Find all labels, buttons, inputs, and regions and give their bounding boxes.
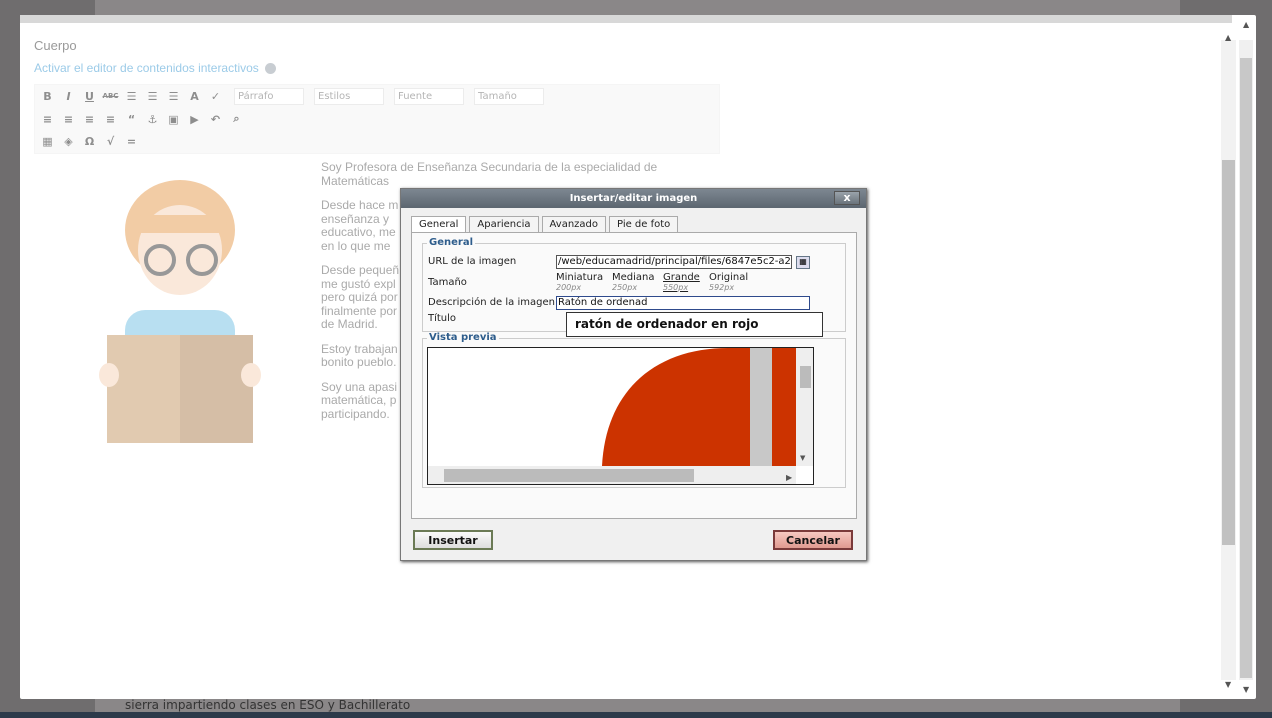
size-option-miniatura[interactable]: Miniatura 200px [556,272,603,292]
link-text[interactable]: Activar el editor de contenidos interact… [34,61,259,75]
editor-toolbar: B I U ABC ☰ ☰ ☰ A ✓ Párrafo Estilos Fuen… [34,84,720,154]
tab-general[interactable]: General [411,216,467,233]
editor-scrollbar-thumb[interactable] [1222,160,1235,545]
spellcheck-icon[interactable]: ✓ [207,88,224,105]
description-input[interactable]: Ratón de ordenad [556,296,810,310]
scroll-down-icon[interactable]: ▼ [1225,680,1231,689]
browse-icon[interactable]: ▦ [796,256,810,269]
url-label: URL de la imagen [428,256,517,267]
title-label: Título [428,313,457,324]
format-select[interactable]: Párrafo [234,87,304,105]
strikethrough-button[interactable]: ABC [102,88,119,105]
size-select[interactable]: Tamaño [474,87,544,105]
panel-header-bar [20,15,1232,23]
align-center-icon[interactable]: ≡ [60,111,77,128]
page-scroll-up-icon[interactable]: ▲ [1243,20,1249,29]
size-option-mediana[interactable]: Mediana 250px [612,272,655,292]
size-name: Grande [663,272,700,283]
paragraph: Estoy trabajan bonito pueblo. [321,341,398,369]
paragraph: Soy Profesora de Enseñanza Secundaria de… [321,160,658,188]
size-px: 200px [556,283,582,292]
size-option-grande[interactable]: Grande 550px [663,272,700,292]
find-icon[interactable]: ⌕ [228,111,245,128]
numbered-list-icon[interactable]: ☰ [144,88,161,105]
paragraph: Desde pequeñ me gustó expl pero quizá po… [321,263,400,331]
page-scrollbar-thumb[interactable] [1240,58,1252,678]
size-name: Miniatura [556,272,604,283]
underline-button[interactable]: U [81,88,98,105]
insert-image-dialog: Insertar/editar imagen x General Aparien… [400,188,867,561]
taskbar [0,712,1272,718]
source-icon[interactable]: ◈ [60,133,77,150]
italic-button[interactable]: I [60,88,77,105]
cancel-button[interactable]: Cancelar [773,530,853,550]
help-icon[interactable] [264,63,276,75]
paragraph: Soy una apasi matemática, p participando… [321,379,398,421]
tab-panel: General URL de la imagen /web/educamadri… [411,232,857,519]
styles-select[interactable]: Estilos [314,87,384,105]
bullet-list-icon[interactable]: ☰ [123,88,140,105]
image-preview[interactable]: ▶ ▼ [427,347,814,485]
size-px: 550px [663,283,689,292]
general-legend: General [427,237,475,248]
omega-icon[interactable]: Ω [81,133,98,150]
close-icon[interactable]: x [834,191,860,205]
table-icon[interactable]: ▦ [39,133,56,150]
image-icon[interactable]: ▣ [165,111,182,128]
autocomplete-suggestion[interactable]: ratón de ordenador en rojo [566,312,823,337]
dialog-tabs: General Apariencia Avanzado Pie de foto [411,216,679,233]
paragraph: Desde hace m enseñanza y educativo, me e… [321,198,399,253]
text-color-icon[interactable]: A [186,88,203,105]
tab-pie-de-foto[interactable]: Pie de foto [609,216,679,233]
equals-icon[interactable]: = [123,133,140,150]
url-input[interactable]: /web/educamadrid/principal/files/6847e5c… [556,255,792,269]
girl-reading-illustration [99,180,261,443]
blockquote-icon[interactable]: “ [123,111,140,128]
size-name: Mediana [612,272,655,283]
svg-text:▼: ▼ [800,454,806,462]
tab-avanzado[interactable]: Avanzado [541,216,607,233]
size-option-original[interactable]: Original 592px [709,272,748,292]
description-label: Descripción de la imagen [428,297,555,308]
body-label: Cuerpo [34,38,77,53]
tab-apariencia[interactable]: Apariencia [469,216,539,233]
svg-text:▶: ▶ [786,473,793,482]
undo-icon[interactable]: ↶ [207,111,224,128]
indent-icon[interactable]: ☰ [165,88,182,105]
page-scroll-down-icon[interactable]: ▼ [1243,685,1249,694]
font-select[interactable]: Fuente [394,87,464,105]
preview-legend: Vista previa [427,332,499,343]
dialog-title: Insertar/editar imagen [401,189,866,208]
size-name: Original [709,272,749,283]
scroll-up-icon[interactable]: ▲ [1225,33,1231,42]
interactive-editor-link[interactable]: Activar el editor de contenidos interact… [34,61,276,75]
red-mouse-image: ▶ ▼ [428,348,813,484]
bold-button[interactable]: B [39,88,56,105]
align-right-icon[interactable]: ≡ [81,111,98,128]
insert-button[interactable]: Insertar [413,530,493,550]
preview-fieldset: Vista previa ▶ ▼ [422,332,846,488]
align-left-icon[interactable]: ≡ [39,111,56,128]
media-icon[interactable]: ▶ [186,111,203,128]
background-text: sierra impartiendo clases en ESO y Bachi… [125,698,411,712]
size-px: 250px [612,283,638,292]
justify-icon[interactable]: ≡ [102,111,119,128]
size-label: Tamaño [428,277,467,288]
link-icon[interactable]: ⚓ [144,111,161,128]
sqrt-icon[interactable]: √ [102,133,119,150]
size-px: 592px [709,283,735,292]
